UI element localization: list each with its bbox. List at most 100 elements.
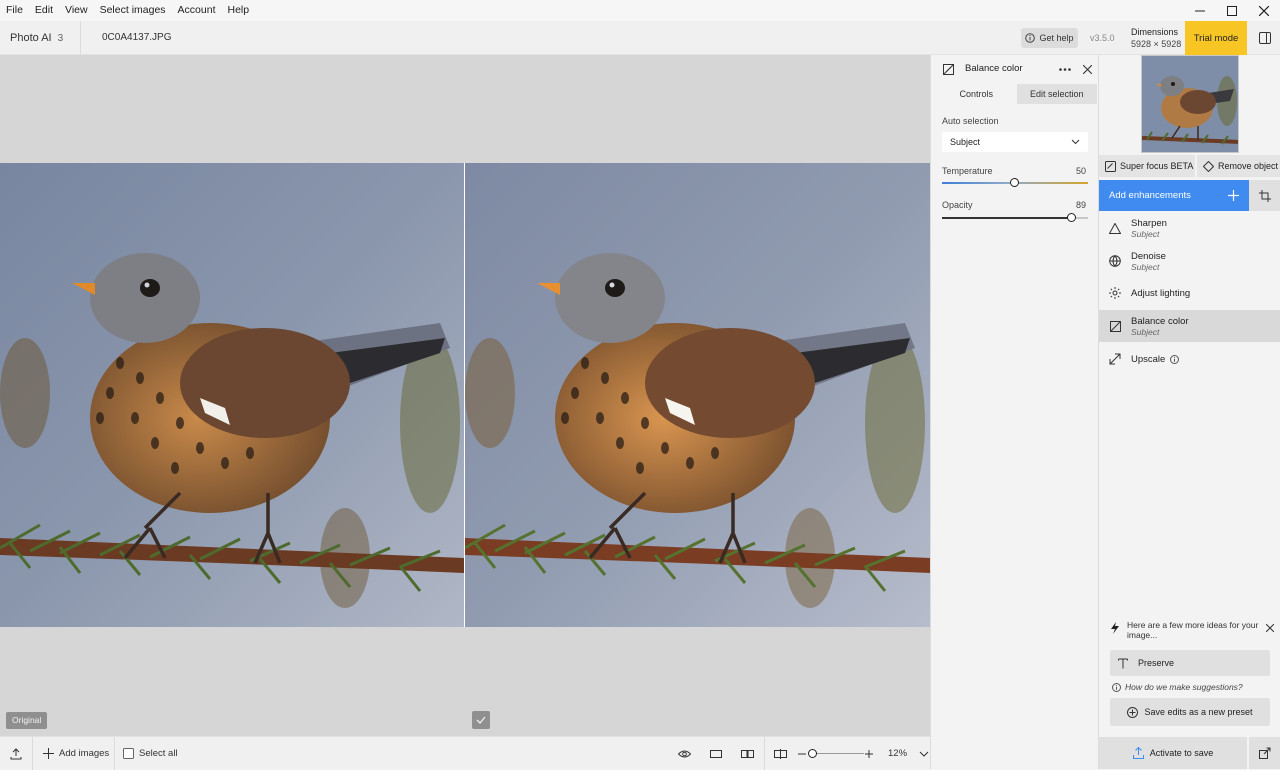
enhancement-denoise[interactable]: Denoise Subject — [1099, 245, 1280, 277]
preserve-label: Preserve — [1138, 658, 1175, 668]
opacity-value: 89 — [1076, 200, 1087, 210]
enhancement-label: Denoise — [1131, 250, 1166, 262]
plus-circle-icon — [1127, 706, 1139, 718]
temperature-value: 50 — [1076, 166, 1087, 176]
single-view-button[interactable] — [710, 737, 722, 770]
balance-color-icon — [943, 64, 954, 75]
menu-select-images[interactable]: Select images — [94, 0, 172, 21]
enhancements-sidebar: Super focus BETA Remove object Add enhan… — [1098, 55, 1280, 769]
chevron-down-icon — [1071, 139, 1080, 145]
opacity-label: Opacity — [942, 200, 973, 210]
enhancement-upscale[interactable]: Upscale — [1099, 343, 1280, 375]
close-window-icon[interactable] — [1248, 0, 1280, 21]
enhancement-balance-color[interactable]: Balance color Subject — [1099, 310, 1280, 342]
get-help-label: Get help — [1039, 33, 1074, 43]
zoom-value: 12% — [888, 748, 908, 759]
crop-icon — [1259, 189, 1271, 202]
menu-help[interactable]: Help — [222, 0, 256, 21]
close-icon[interactable] — [1083, 65, 1092, 74]
side-by-side-button[interactable] — [741, 737, 754, 770]
enhancement-sharpen[interactable]: Sharpen Subject — [1099, 212, 1280, 244]
menu-account[interactable]: Account — [172, 0, 222, 21]
menu-file[interactable]: File — [0, 0, 29, 21]
enhancement-adjust-lighting[interactable]: Adjust lighting — [1099, 277, 1280, 309]
image-thumbnail[interactable] — [1141, 55, 1239, 153]
close-icon[interactable] — [1266, 624, 1274, 632]
menu-bar: File Edit View Select images Account Hel… — [0, 0, 1280, 21]
activate-to-save-button[interactable]: Activate to save — [1099, 737, 1247, 769]
divider — [114, 737, 115, 770]
save-preset-button[interactable]: Save edits as a new preset — [1110, 698, 1270, 726]
trial-mode-button[interactable]: Trial mode — [1185, 21, 1247, 55]
activate-label: Activate to save — [1149, 748, 1214, 758]
add-images-label: Add images — [59, 748, 110, 759]
zoom-in-button[interactable] — [865, 737, 873, 770]
zoom-out-button[interactable] — [798, 737, 806, 770]
image-canvas[interactable]: Original — [0, 55, 930, 736]
upscale-icon — [1099, 353, 1131, 365]
controls-title: Balance color — [965, 63, 1023, 74]
info-icon[interactable] — [1170, 354, 1180, 364]
divider — [80, 21, 81, 55]
menu-view[interactable]: View — [59, 0, 94, 21]
maximize-icon[interactable] — [1216, 0, 1248, 21]
dimensions-value: 5928 × 5928 — [1131, 39, 1182, 49]
select-all-checkbox[interactable]: Select all — [123, 737, 178, 770]
plus-icon — [1228, 190, 1239, 201]
preview-toggle-button[interactable] — [678, 737, 691, 770]
checkbox-icon — [123, 748, 134, 759]
enhancement-label: Balance color — [1131, 315, 1189, 327]
zoom-slider-knob[interactable] — [808, 749, 817, 758]
tab-edit-selection[interactable]: Edit selection — [1016, 84, 1097, 104]
minimize-icon[interactable] — [1184, 0, 1216, 21]
enhancement-sub: Subject — [1131, 326, 1160, 337]
side-by-side-icon — [741, 749, 754, 758]
remove-object-label: Remove object — [1218, 161, 1279, 171]
window-controls — [1184, 0, 1280, 21]
how-suggestions-link[interactable]: How do we make suggestions? — [1112, 682, 1243, 692]
export-button[interactable] — [10, 737, 22, 770]
lighting-icon — [1099, 287, 1131, 299]
opacity-slider-fill — [942, 217, 1072, 219]
eraser-icon — [1203, 160, 1214, 172]
plus-icon — [865, 749, 873, 758]
chevron-down-icon — [919, 751, 929, 757]
enhancement-sub: Subject — [1131, 261, 1160, 272]
preserve-button[interactable]: Preserve — [1110, 650, 1270, 676]
add-enhancements-button[interactable]: Add enhancements — [1099, 180, 1249, 211]
add-images-button[interactable]: Add images — [43, 737, 109, 770]
original-image — [0, 163, 464, 627]
how-suggestions-label: How do we make suggestions? — [1125, 682, 1243, 692]
denoise-icon — [1099, 255, 1131, 267]
get-help-button[interactable]: Get help — [1021, 28, 1078, 48]
export-settings-button[interactable] — [1249, 737, 1280, 769]
zoom-dropdown[interactable]: 12% — [888, 737, 930, 770]
controls-header: Balance color — [931, 55, 1099, 83]
tab-controls[interactable]: Controls — [936, 84, 1017, 104]
zoom-slider-track[interactable] — [810, 753, 864, 754]
tool-row: Super focus BETA Remove object — [1099, 155, 1280, 177]
auto-selection-dropdown[interactable]: Subject — [942, 132, 1088, 152]
menu-edit[interactable]: Edit — [29, 0, 59, 21]
app-title: Photo AI 3 — [10, 21, 63, 56]
info-icon — [1025, 33, 1036, 43]
more-options-icon[interactable] — [1059, 68, 1071, 71]
split-view-button[interactable] — [774, 737, 787, 770]
remove-object-button[interactable]: Remove object — [1197, 155, 1280, 177]
image-count: 3 — [57, 33, 64, 44]
enhancement-label: Adjust lighting — [1131, 287, 1191, 299]
upload-icon — [1132, 747, 1144, 759]
opacity-slider-knob[interactable] — [1066, 213, 1076, 222]
divider — [32, 737, 33, 770]
balance-color-icon — [1099, 320, 1131, 332]
controls-panel: Balance color Controls Edit selection Au… — [930, 55, 1098, 769]
crop-button[interactable] — [1249, 180, 1280, 211]
toggle-panel-button[interactable] — [1250, 21, 1280, 55]
enhancement-label: Upscale — [1131, 353, 1166, 365]
single-view-icon — [710, 749, 722, 758]
super-focus-button[interactable]: Super focus BETA — [1099, 155, 1195, 177]
temperature-slider-knob[interactable] — [1010, 178, 1019, 187]
app-name: Photo AI — [10, 32, 52, 44]
lightning-icon — [1110, 622, 1120, 634]
auto-selection-value: Subject — [950, 137, 981, 147]
